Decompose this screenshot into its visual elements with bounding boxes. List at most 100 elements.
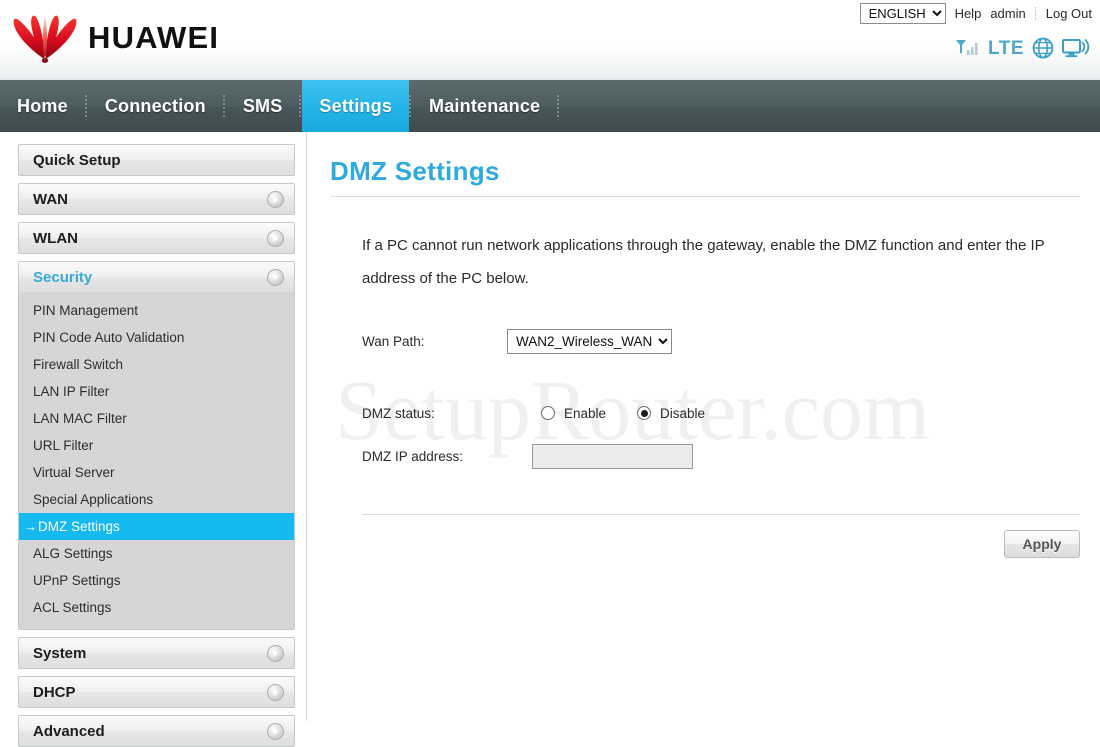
sidebar-group-label: DHCP (33, 683, 76, 701)
dmz-form: Wan Path: WAN2_Wireless_WAN DMZ status: … (362, 328, 1100, 469)
sidebar-item-label: ACL Settings (33, 600, 112, 615)
sidebar-group-dhcp[interactable]: DHCP (18, 676, 295, 708)
sidebar-item-acl-settings[interactable]: ACL Settings (19, 594, 294, 621)
apply-button[interactable]: Apply (1004, 530, 1080, 558)
sidebar-item-label: URL Filter (33, 438, 94, 453)
sidebar-group-header[interactable]: DHCP (19, 677, 294, 707)
sidebar-item-label: Firewall Switch (33, 357, 124, 372)
sidebar-item-label: LAN MAC Filter (33, 411, 127, 426)
page-title: DMZ Settings (330, 156, 500, 186)
sidebar-item-upnp-settings[interactable]: UPnP Settings (19, 567, 294, 594)
wan-path-row: Wan Path: WAN2_Wireless_WAN (362, 328, 1100, 354)
selected-arrow-icon: → (24, 519, 37, 534)
sidebar-item-dmz-settings[interactable]: → DMZ Settings (19, 513, 294, 540)
sidebar-item-alg-settings[interactable]: ALG Settings (19, 540, 294, 567)
signal-bars-icon (956, 40, 978, 55)
page-body: Quick Setup WAN WLAN Security PIN Manage… (0, 132, 1100, 747)
header-utility-bar: ENGLISH Help admin Log Out (859, 3, 1092, 24)
chevron-down-icon[interactable] (267, 268, 284, 286)
current-user-label[interactable]: admin (990, 6, 1025, 21)
connection-status-icons: LTE (955, 36, 1090, 60)
nav-separator (557, 95, 560, 117)
nav-separator (222, 95, 226, 117)
sidebar-submenu-security: PIN Management PIN Code Auto Validation … (19, 292, 294, 629)
sidebar-item-url-filter[interactable]: URL Filter (19, 432, 294, 459)
dmz-ip-row: DMZ IP address: (362, 443, 1100, 469)
sidebar-group-advanced[interactable]: Advanced (18, 715, 295, 747)
sidebar-group-header[interactable]: WAN (19, 184, 294, 214)
logout-link[interactable]: Log Out (1046, 6, 1092, 21)
dmz-ip-label: DMZ IP address: (362, 448, 464, 464)
nav-separator (84, 95, 88, 117)
nav-item-sms[interactable]: SMS (226, 80, 300, 132)
sidebar-group-security[interactable]: Security PIN Management PIN Code Auto Va… (18, 261, 295, 630)
sidebar-group-label: WAN (33, 190, 68, 208)
dmz-disable-label[interactable]: Disable (660, 406, 705, 421)
title-divider (330, 196, 1080, 197)
sidebar-group-system[interactable]: System (18, 637, 295, 669)
sidebar-group-header[interactable]: Security (19, 262, 294, 292)
brand-name: HUAWEI (88, 20, 220, 55)
sidebar-item-pin-management[interactable]: PIN Management (19, 297, 294, 324)
nav-item-connection[interactable]: Connection (88, 80, 223, 132)
dmz-enable-radio[interactable] (541, 406, 555, 420)
huawei-flower-logo-icon (13, 15, 77, 63)
sidebar-item-label: Special Applications (33, 492, 154, 507)
dmz-status-row: DMZ status: Enable Disable (362, 400, 1100, 426)
sidebar-group-header[interactable]: Quick Setup (19, 145, 294, 175)
dmz-ip-input[interactable] (532, 443, 693, 469)
page-description: If a PC cannot run network applications … (362, 237, 1045, 287)
sidebar-group-header[interactable]: System (19, 638, 294, 668)
sidebar-item-label: Virtual Server (33, 465, 115, 480)
chevron-right-icon[interactable] (267, 722, 284, 740)
sidebar-item-label: ALG Settings (33, 546, 113, 561)
nav-separator (299, 95, 302, 117)
sidebar-item-virtual-server[interactable]: Virtual Server (19, 459, 294, 486)
form-actions: Apply (307, 515, 1100, 558)
brand-logo: HUAWEI (8, 9, 219, 67)
content-panel: SetupRouter.com DMZ Settings If a PC can… (307, 132, 1100, 721)
sidebar-item-special-applications[interactable]: Special Applications (19, 486, 294, 513)
sidebar-group-label: WLAN (33, 229, 78, 247)
sidebar-item-label: PIN Management (33, 303, 139, 318)
chevron-right-icon[interactable] (267, 683, 284, 701)
sidebar-group-header[interactable]: WLAN (19, 223, 294, 253)
chevron-right-icon[interactable] (267, 190, 284, 208)
dmz-disable-radio[interactable] (637, 406, 652, 420)
globe-icon (1032, 37, 1054, 59)
dmz-status-label: DMZ status: (362, 405, 435, 421)
wan-path-select[interactable]: WAN2_Wireless_WAN (507, 328, 672, 354)
utility-separator (1034, 7, 1037, 20)
sidebar-group-label: Quick Setup (33, 151, 121, 169)
dmz-status-radio-group: Enable Disable (507, 406, 727, 421)
sidebar-group-wan[interactable]: WAN (18, 183, 295, 215)
sidebar-group-label: System (33, 644, 87, 662)
sidebar-item-label: PIN Code Auto Validation (33, 330, 185, 345)
chevron-right-icon[interactable] (267, 229, 284, 247)
monitor-wifi-icon (1062, 39, 1090, 58)
sidebar-item-label: UPnP Settings (33, 573, 121, 588)
sidebar-menu: Quick Setup WAN WLAN Security PIN Manage… (0, 132, 307, 747)
network-type-label: LTE (988, 37, 1024, 59)
nav-item-home[interactable]: Home (0, 80, 85, 132)
sidebar-item-lan-mac-filter[interactable]: LAN MAC Filter (19, 405, 294, 432)
sidebar-group-wlan[interactable]: WLAN (18, 222, 295, 254)
sidebar-item-lan-ip-filter[interactable]: LAN IP Filter (19, 378, 294, 405)
sidebar-item-pin-code-auto-validation[interactable]: PIN Code Auto Validation (19, 324, 294, 351)
sidebar-group-label: Security (33, 268, 93, 286)
sidebar-item-label: LAN IP Filter (33, 384, 110, 399)
page-header: HUAWEI ENGLISH Help admin Log Out LTE (0, 0, 1100, 80)
sidebar-item-firewall-switch[interactable]: Firewall Switch (19, 351, 294, 378)
sidebar-item-label: DMZ Settings (38, 519, 120, 534)
dmz-enable-label[interactable]: Enable (564, 406, 606, 421)
help-link[interactable]: Help (955, 6, 982, 21)
nav-separator (409, 95, 412, 117)
wan-path-label: Wan Path: (362, 333, 425, 349)
language-select[interactable]: ENGLISH (859, 3, 946, 24)
sidebar-group-quick-setup[interactable]: Quick Setup (18, 144, 295, 176)
sidebar-group-label: Advanced (33, 722, 105, 740)
main-navigation: Home Connection SMS Settings Maintenance (0, 80, 1100, 132)
nav-item-maintenance[interactable]: Maintenance (412, 80, 557, 132)
chevron-right-icon[interactable] (267, 644, 284, 662)
nav-item-settings[interactable]: Settings (302, 80, 410, 132)
